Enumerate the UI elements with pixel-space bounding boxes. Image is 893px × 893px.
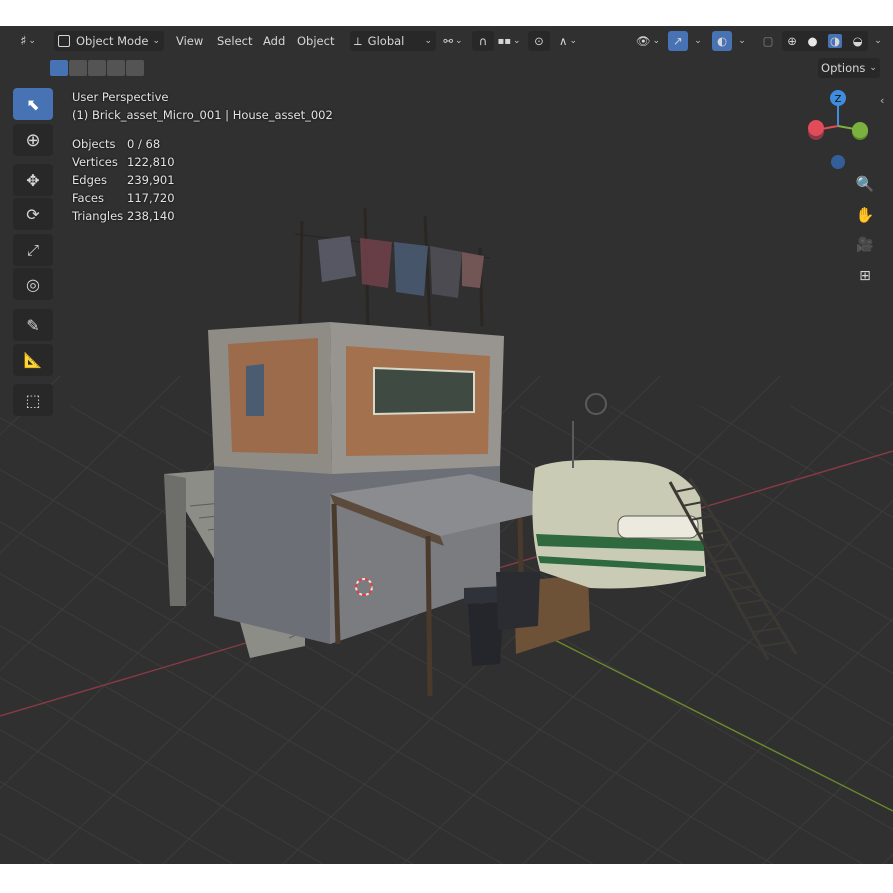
ruler-icon: 📐 xyxy=(23,351,43,369)
shading-modes: ⊕ ● ◑ ◒ xyxy=(782,31,868,51)
select-intersect-icon[interactable] xyxy=(126,60,144,76)
zoom-button[interactable]: 🔍 xyxy=(851,170,879,198)
camera-icon: 🎥 xyxy=(856,237,874,253)
window-upper xyxy=(373,366,475,416)
active-object-label: (1) Brick_asset_Micro_001 | House_asset_… xyxy=(72,108,333,122)
annotate-tool[interactable]: ✎ xyxy=(13,309,53,341)
menu-select[interactable]: Select xyxy=(211,31,258,51)
overlay-toggle[interactable]: ◐ xyxy=(712,31,732,51)
snap-toggle[interactable]: ∩ xyxy=(472,31,494,51)
grid-editor-icon: ♯ xyxy=(20,33,27,49)
select-invert-icon[interactable] xyxy=(107,60,125,76)
overlay-icon: ◐ xyxy=(716,34,728,48)
mode-label: Object Mode xyxy=(76,34,149,48)
proportional-icon: ⊙ xyxy=(534,34,544,48)
orientation-icon: ⟂ xyxy=(354,33,362,48)
perspective-grid-icon: ⊞ xyxy=(859,268,871,284)
add-cube-tool[interactable]: ⬚ xyxy=(13,384,53,416)
crosshair-icon: ⊕ xyxy=(25,129,41,151)
editor-type-button[interactable]: ♯ ⌄ xyxy=(12,31,44,51)
falloff-curve-icon: ∧ xyxy=(559,34,568,48)
rotate-tool[interactable]: ⟳ xyxy=(13,198,53,230)
select-extend-icon[interactable] xyxy=(69,60,87,76)
gizmo-icon: ↗ xyxy=(673,34,683,48)
select-new-icon[interactable] xyxy=(50,60,68,76)
pan-button[interactable]: ✋ xyxy=(851,201,879,229)
neg-z-axis-icon[interactable] xyxy=(831,155,845,169)
options-button[interactable]: Options ⌄ xyxy=(818,58,880,78)
annotate-pen-icon: ✎ xyxy=(26,315,40,335)
menu-add[interactable]: Add xyxy=(257,31,291,51)
select-subtract-icon[interactable] xyxy=(88,60,106,76)
gizmo-toggle[interactable]: ↗ xyxy=(668,31,688,51)
perspective-label: User Perspective xyxy=(72,90,169,104)
camera-view-button[interactable]: 🎥 xyxy=(851,231,879,259)
gizmo-dropdown[interactable]: ⌄ xyxy=(690,31,704,51)
xray-toggle[interactable]: ▢ xyxy=(758,31,778,51)
menu-object[interactable]: Object xyxy=(291,31,340,51)
scale-icon: ⤢ xyxy=(26,241,39,259)
scale-tool[interactable]: ⤢ xyxy=(13,234,53,266)
proportional-edit-toggle[interactable]: ⊙ xyxy=(528,31,550,51)
x-axis-icon[interactable] xyxy=(808,120,824,136)
select-box-tool[interactable]: ⬉ xyxy=(13,88,53,120)
cursor-tool[interactable]: ⊕ xyxy=(13,124,53,156)
perspective-toggle-button[interactable]: ⊞ xyxy=(851,262,879,290)
menu-view[interactable]: View xyxy=(170,31,209,51)
stat-row: Objects 0 / 68 xyxy=(72,137,161,151)
snap-grid-icon: ▪▪ xyxy=(497,35,511,47)
eye-icon: 👁 xyxy=(635,34,651,48)
measure-tool[interactable]: 📐 xyxy=(13,344,53,376)
viewport-header: ♯ ⌄ Object Mode ⌄ View Select Add Object … xyxy=(6,28,888,54)
cursor-arrow-icon: ⬉ xyxy=(26,94,40,114)
navigation-gizmo[interactable]: Z xyxy=(798,86,878,176)
falloff-button[interactable]: ∧ ⌄ xyxy=(552,31,584,51)
viewport-info: User Perspective (1) Brick_asset_Micro_0… xyxy=(72,88,333,124)
rotate-icon: ⟳ xyxy=(26,204,40,224)
object-mode-icon xyxy=(58,35,70,47)
y-axis-icon[interactable] xyxy=(852,122,868,138)
pivot-button[interactable]: ⚯ ⌄ xyxy=(438,31,468,51)
stat-row: Edges 239,901 xyxy=(72,173,175,187)
select-mode-row xyxy=(0,56,893,80)
z-axis-label: Z xyxy=(835,94,842,105)
overlay-dropdown[interactable]: ⌄ xyxy=(734,31,748,51)
3d-viewport[interactable]: ♯ ⌄ Object Mode ⌄ View Select Add Object … xyxy=(0,26,893,864)
orientation-label: Global xyxy=(367,34,405,48)
xray-icon: ▢ xyxy=(762,34,774,48)
move-tool[interactable]: ✥ xyxy=(13,164,53,196)
shading-dropdown[interactable]: ⌄ xyxy=(870,31,884,51)
hanging-clothes xyxy=(318,236,484,298)
zoom-magnifier-icon: 🔍 xyxy=(855,175,875,193)
snap-target-button[interactable]: ▪▪ ⌄ xyxy=(496,31,522,51)
visibility-button[interactable]: 👁 ⌄ xyxy=(632,31,664,51)
move-arrows-icon: ✥ xyxy=(26,170,40,190)
transform-icon: ◎ xyxy=(26,274,40,294)
stat-row: Vertices 122,810 xyxy=(72,155,175,169)
solid-shading-icon[interactable]: ● xyxy=(807,34,817,48)
stat-row: Triangles 238,140 xyxy=(72,209,175,223)
wireframe-shading-icon[interactable]: ⊕ xyxy=(787,34,797,48)
scene-statistics: Objects 0 / 68 Vertices 122,810 Edges 239,9… xyxy=(72,135,175,225)
stat-row: Faces 117,720 xyxy=(72,191,175,205)
pivot-icon: ⚯ xyxy=(443,34,454,48)
options-label: Options xyxy=(821,61,866,75)
add-cube-icon: ⬚ xyxy=(25,390,41,410)
trailer xyxy=(532,460,706,589)
rendered-shading-icon[interactable]: ◒ xyxy=(853,34,863,48)
mode-select[interactable]: Object Mode ⌄ xyxy=(54,31,164,51)
transform-orientation-select[interactable]: ⟂ Global ⌄ xyxy=(350,31,436,51)
sidebar-toggle-icon[interactable]: ‹ xyxy=(880,94,884,107)
hand-icon: ✋ xyxy=(855,206,875,224)
material-shading-icon[interactable]: ◑ xyxy=(828,34,843,48)
magnet-icon: ∩ xyxy=(478,34,488,48)
transform-tool[interactable]: ◎ xyxy=(13,268,53,300)
